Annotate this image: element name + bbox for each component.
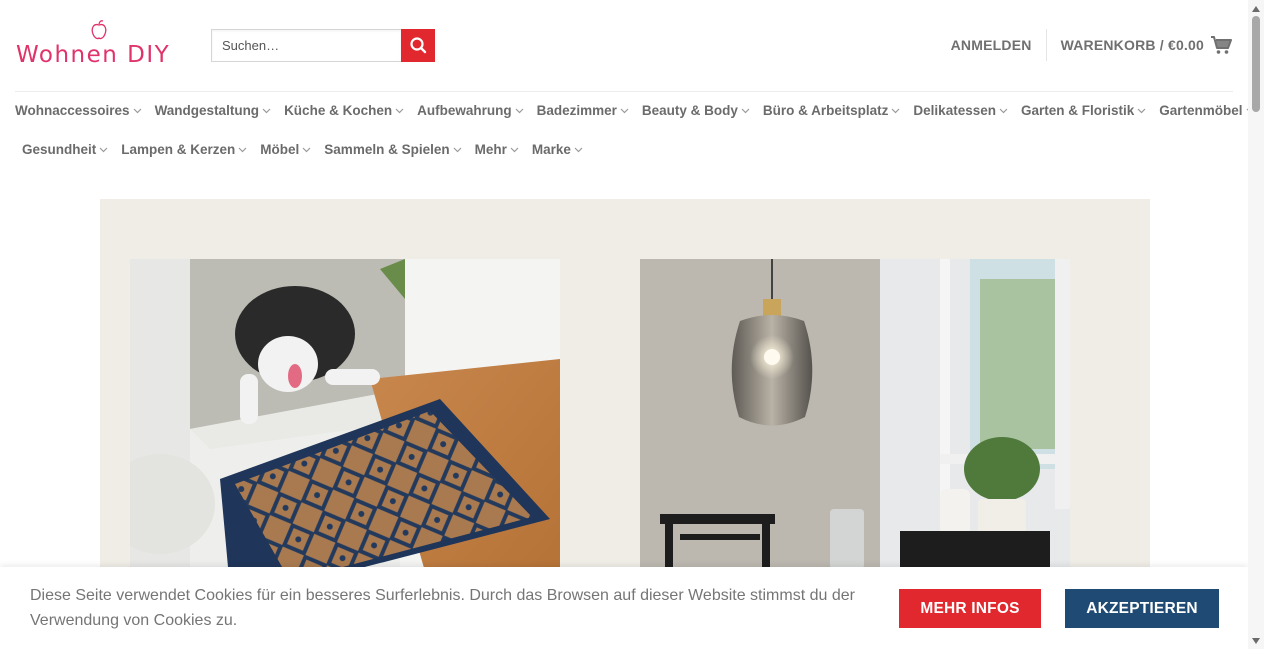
nav-label: Sammeln & Spielen xyxy=(324,142,450,157)
nav-label: Büro & Arbeitsplatz xyxy=(762,103,889,118)
nav-label: Badezimmer xyxy=(536,103,617,118)
nav-item-garten-floristik[interactable]: Garten & Floristik xyxy=(1021,101,1146,120)
accept-cookies-button[interactable]: AKZEPTIEREN xyxy=(1065,589,1219,628)
site-logo[interactable]: Wohnen DIY xyxy=(16,20,181,72)
nav-item-moebel[interactable]: Möbel xyxy=(260,140,311,159)
header-divider xyxy=(1045,29,1047,61)
nav-label: Beauty & Body xyxy=(641,103,738,118)
nav-item-badezimmer[interactable]: Badezimmer xyxy=(537,101,629,120)
header-separator xyxy=(15,91,1233,92)
logo-text: Wohnen DIY xyxy=(16,42,171,68)
nav-label: Delikatessen xyxy=(913,103,996,118)
chevron-down-icon xyxy=(741,108,750,113)
scroll-thumb[interactable] xyxy=(1252,16,1260,112)
chevron-down-icon xyxy=(999,108,1008,113)
nav-label: Marke xyxy=(531,142,571,157)
nav-label: Mehr xyxy=(474,142,507,157)
nav-item-buero-arbeitsplatz[interactable]: Büro & Arbeitsplatz xyxy=(763,101,901,120)
lamp-illustration xyxy=(640,259,1070,589)
nav-label: Gesundheit xyxy=(22,142,97,157)
nav-label: Küche & Kochen xyxy=(284,103,393,118)
nav-item-delikatessen[interactable]: Delikatessen xyxy=(913,101,1008,120)
nav-label: Garten & Floristik xyxy=(1020,103,1135,118)
nav-item-lampen-kerzen[interactable]: Lampen & Kerzen xyxy=(121,140,247,159)
nav-item-gesundheit[interactable]: Gesundheit xyxy=(22,140,108,159)
account-nav: ANMELDEN WARENKORB / €0.00 xyxy=(951,29,1232,61)
main-nav-row-2: Gesundheit Lampen & Kerzen Möbel Sammeln… xyxy=(22,140,596,159)
cart-icon xyxy=(1211,36,1232,54)
main-nav-row-1: Wohnaccessoires Wandgestaltung Küche & K… xyxy=(15,101,1264,120)
chevron-down-icon xyxy=(510,147,519,152)
nav-label: Aufbewahrung xyxy=(417,103,512,118)
chevron-down-icon xyxy=(99,147,108,152)
more-info-button[interactable]: MEHR INFOS xyxy=(899,589,1041,628)
nav-label: Gartenmöbel xyxy=(1159,103,1243,118)
nav-item-gartenmoebel[interactable]: Gartenmöbel xyxy=(1159,101,1254,120)
cart-label: WARENKORB / €0.00 xyxy=(1060,37,1204,53)
search-button[interactable] xyxy=(401,29,435,62)
chevron-down-icon xyxy=(620,108,629,113)
chevron-down-icon xyxy=(453,147,462,152)
search-form xyxy=(211,29,435,62)
chevron-down-icon xyxy=(395,108,404,113)
chevron-down-icon xyxy=(302,147,311,152)
nav-label: Lampen & Kerzen xyxy=(121,142,236,157)
nav-label: Wohnaccessoires xyxy=(15,103,130,118)
chevron-down-icon xyxy=(1137,108,1146,113)
nav-item-wandgestaltung[interactable]: Wandgestaltung xyxy=(155,101,272,120)
scroll-up-arrow-icon[interactable] xyxy=(1252,6,1260,12)
nav-item-mehr[interactable]: Mehr xyxy=(475,140,519,159)
search-input[interactable] xyxy=(211,29,401,62)
chevron-down-icon xyxy=(515,108,524,113)
chevron-down-icon xyxy=(574,147,583,152)
chevron-down-icon xyxy=(262,108,271,113)
nav-item-beauty-body[interactable]: Beauty & Body xyxy=(642,101,750,120)
scroll-down-arrow-icon[interactable] xyxy=(1252,638,1260,644)
nav-label: Möbel xyxy=(260,142,300,157)
cookie-banner: Diese Seite verwendet Cookies für ein be… xyxy=(0,567,1248,649)
nav-item-wohnaccessoires[interactable]: Wohnaccessoires xyxy=(15,101,142,120)
cookie-message: Diese Seite verwendet Cookies für ein be… xyxy=(30,587,855,629)
search-icon xyxy=(410,37,427,54)
site-header: Wohnen DIY ANMELDEN WARENKORB / €0.00 xyxy=(0,0,1248,90)
cart-link[interactable]: WARENKORB / €0.00 xyxy=(1061,35,1232,55)
page-scrollbar[interactable] xyxy=(1248,0,1264,649)
login-link[interactable]: ANMELDEN xyxy=(951,37,1046,53)
doormat-illustration xyxy=(130,259,560,589)
nav-item-marke[interactable]: Marke xyxy=(532,140,583,159)
pendant-lamp-image[interactable] xyxy=(640,259,1070,589)
nav-item-kueche-kochen[interactable]: Küche & Kochen xyxy=(284,101,404,120)
nav-label: Wandgestaltung xyxy=(154,103,260,118)
nav-item-aufbewahrung[interactable]: Aufbewahrung xyxy=(417,101,524,120)
apple-icon xyxy=(91,20,107,40)
chevron-down-icon xyxy=(133,108,141,113)
chevron-down-icon xyxy=(891,108,900,113)
doormat-dog-image[interactable] xyxy=(130,259,560,589)
nav-item-sammeln-spielen[interactable]: Sammeln & Spielen xyxy=(324,140,462,159)
chevron-down-icon xyxy=(238,147,247,152)
